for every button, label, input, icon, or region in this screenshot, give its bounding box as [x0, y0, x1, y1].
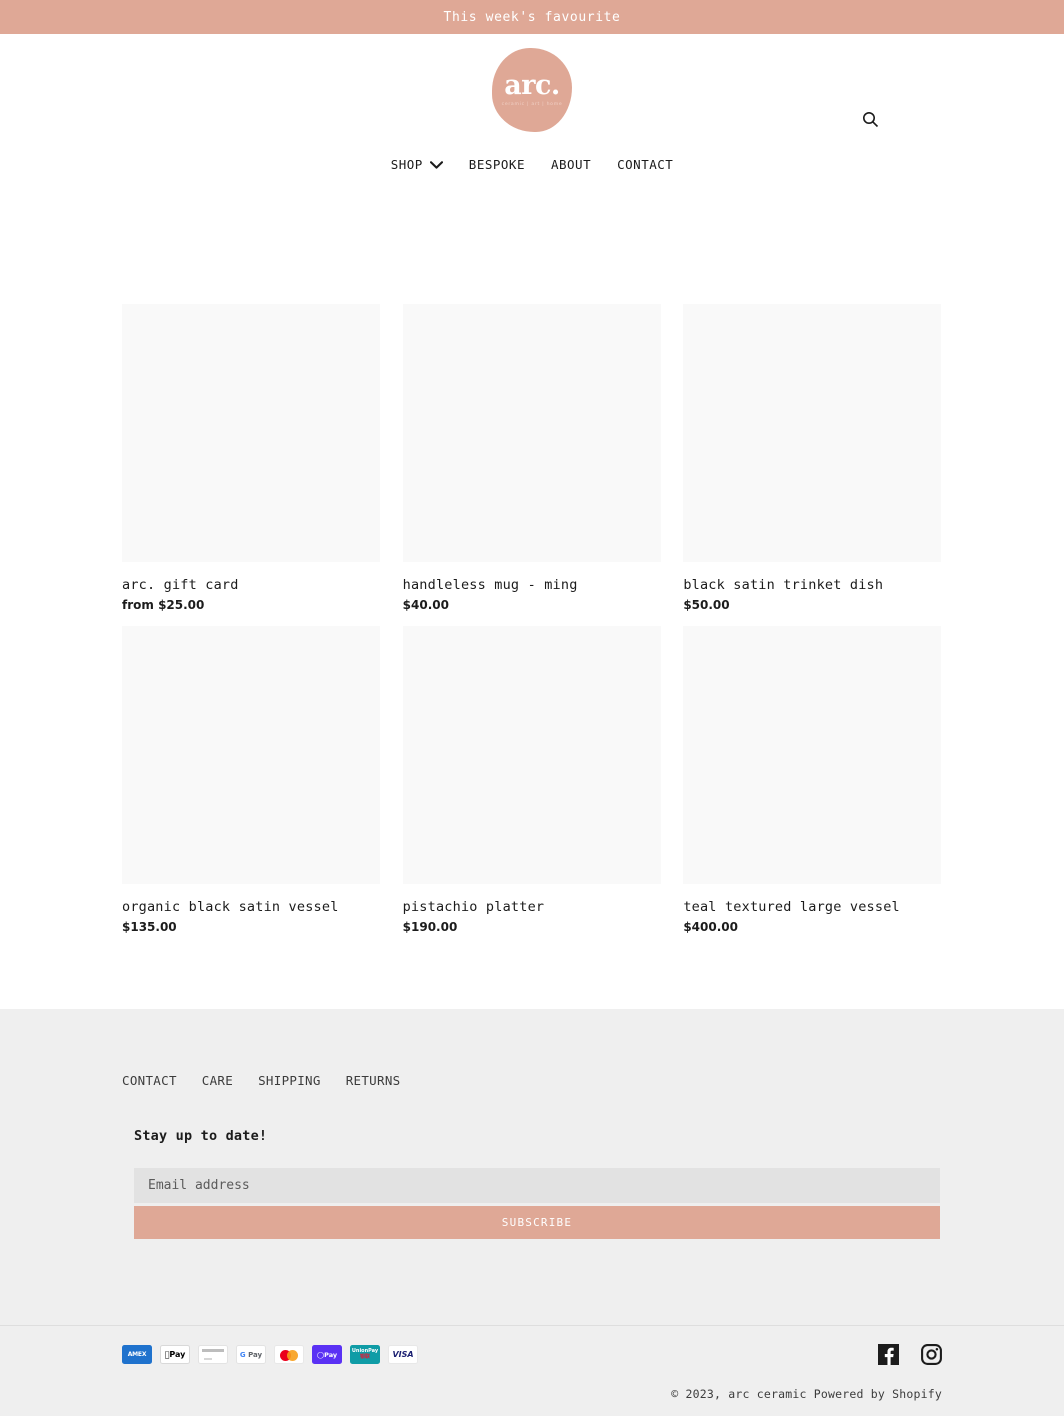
subscribe-button[interactable]: SUBSCRIBE: [134, 1206, 940, 1239]
payment-methods: AMEX Pay G Pay ◯Pay UnionPay银联 VISA: [122, 1345, 418, 1364]
copyright-text: © 2023, arc ceramic: [671, 1387, 807, 1401]
product-title: pistachio platter: [402, 899, 545, 915]
newsletter-title: Stay up to date!: [134, 1128, 268, 1144]
unionpay-icon: UnionPay 银联: [350, 1345, 380, 1364]
product-price: $190.00: [402, 920, 458, 934]
nav-item-contact[interactable]: CONTACT: [617, 157, 673, 172]
product-price: $50.00: [683, 598, 730, 612]
logo-wrapper: arc. ceramic | art | home: [0, 48, 1064, 132]
product-card[interactable]: black satin trinket dish $50.00: [683, 304, 942, 612]
product-price: $135.00: [122, 920, 177, 934]
product-price: from $25.00: [122, 598, 205, 612]
social-links: [878, 1344, 942, 1365]
apple-pay-icon: Pay: [160, 1345, 190, 1364]
mastercard-icon: [274, 1345, 304, 1364]
product-image: [402, 304, 661, 562]
product-title: black satin trinket dish: [683, 577, 884, 593]
product-image: [122, 626, 380, 884]
nav-label-contact: CONTACT: [617, 156, 674, 172]
announcement-text: This week's favourite: [443, 9, 621, 25]
search-button[interactable]: [858, 109, 882, 133]
main-navigation: SHOP BESPOKE ABOUT CONTACT: [0, 144, 1064, 184]
product-grid-section: arc. gift card from $25.00 handleless mu…: [0, 184, 1064, 934]
logo-wordmark: arc.: [504, 70, 560, 102]
announcement-bar: This week's favourite: [0, 0, 1064, 34]
site-footer: CONTACT CARE SHIPPING RETURNS Stay up to…: [0, 1009, 1064, 1416]
nav-item-bespoke[interactable]: BESPOKE: [469, 157, 525, 172]
nav-label-about: ABOUT: [550, 156, 592, 172]
product-title: teal textured large vessel: [683, 899, 900, 915]
product-card[interactable]: teal textured large vessel $400.00: [683, 626, 942, 934]
footer-link-returns[interactable]: RETURNS: [346, 1073, 401, 1088]
generic-card-icon: [198, 1345, 228, 1364]
product-image: [683, 626, 942, 884]
footer-bottom-bar: AMEX Pay G Pay ◯Pay UnionPay银联 VISA: [0, 1325, 1064, 1401]
instagram-icon[interactable]: [921, 1344, 942, 1365]
product-card[interactable]: arc. gift card from $25.00: [122, 304, 381, 612]
footer-content: CONTACT CARE SHIPPING RETURNS Stay up to…: [0, 1009, 1064, 1239]
footer-navigation: CONTACT CARE SHIPPING RETURNS: [122, 1073, 942, 1088]
product-card[interactable]: handleless mug - ming $40.00: [402, 304, 662, 612]
shop-pay-icon: ◯Pay: [312, 1345, 342, 1364]
product-title: arc. gift card: [122, 577, 239, 593]
newsletter-form: SUBSCRIBE: [134, 1168, 940, 1239]
footer-link-care[interactable]: CARE: [202, 1073, 233, 1088]
product-price: $400.00: [683, 920, 738, 934]
newsletter-section: Stay up to date! SUBSCRIBE: [122, 1128, 942, 1239]
google-pay-icon: G Pay: [236, 1345, 266, 1364]
product-title: handleless mug - ming: [402, 577, 578, 593]
amex-icon: AMEX: [122, 1345, 152, 1364]
product-title: organic black satin vessel: [122, 899, 339, 915]
product-grid: arc. gift card from $25.00 handleless mu…: [122, 304, 942, 934]
facebook-icon[interactable]: [878, 1344, 899, 1365]
logo-tagline: ceramic | art | home: [501, 102, 563, 108]
product-image: [122, 304, 380, 562]
product-image: [683, 304, 942, 562]
nav-label-shop: SHOP: [390, 156, 423, 172]
powered-by-shopify-link[interactable]: Powered by Shopify: [814, 1387, 942, 1401]
visa-icon: VISA: [388, 1345, 418, 1364]
footer-link-shipping[interactable]: SHIPPING: [258, 1073, 321, 1088]
email-input[interactable]: [134, 1168, 940, 1203]
site-logo[interactable]: arc. ceramic | art | home: [492, 48, 572, 132]
copyright-line: © 2023, arc ceramic Powered by Shopify: [122, 1387, 942, 1401]
nav-item-about[interactable]: ABOUT: [551, 157, 591, 172]
footer-bottom-row: AMEX Pay G Pay ◯Pay UnionPay银联 VISA: [122, 1344, 942, 1365]
product-image: [402, 626, 661, 884]
search-icon: [862, 111, 879, 131]
footer-link-contact[interactable]: CONTACT: [122, 1073, 177, 1088]
chevron-down-icon: [429, 157, 443, 172]
product-price: $40.00: [402, 598, 449, 612]
product-card[interactable]: organic black satin vessel $135.00: [122, 626, 381, 934]
nav-label-bespoke: BESPOKE: [468, 156, 525, 172]
nav-item-shop[interactable]: SHOP: [391, 157, 443, 172]
site-header: arc. ceramic | art | home: [0, 34, 1064, 144]
product-card[interactable]: pistachio platter $190.00: [402, 626, 662, 934]
